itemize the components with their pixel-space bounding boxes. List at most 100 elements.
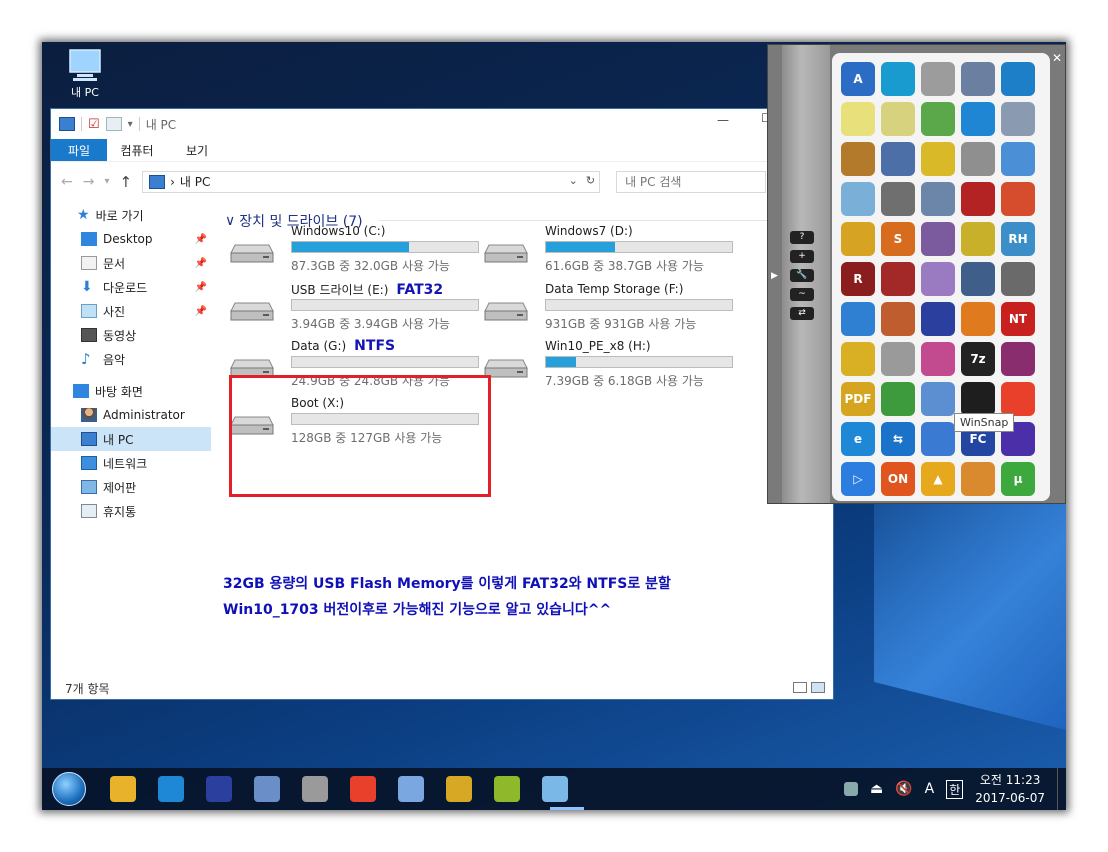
launcher-side-button[interactable]: ~: [790, 288, 814, 301]
save-icon[interactable]: [921, 302, 955, 336]
tab-view[interactable]: 보기: [167, 139, 227, 161]
sidebar-item-control-panel[interactable]: 제어판: [51, 475, 211, 499]
key-icon[interactable]: [841, 342, 875, 376]
winsnap-icon[interactable]: [921, 382, 955, 416]
back-icon[interactable]: ←: [61, 174, 73, 190]
usb-stick-icon[interactable]: [1001, 262, 1035, 296]
close-icon[interactable]: ✕: [1052, 51, 1062, 65]
drive-item[interactable]: Win10_PE_x8 (H:) 7.39GB 중 6.18GB 사용 가능: [483, 338, 733, 392]
ghost-icon[interactable]: [841, 102, 875, 136]
floppy-icon[interactable]: [881, 182, 915, 216]
properties-icon[interactable]: ☑: [88, 117, 100, 132]
forward-icon[interactable]: →: [83, 174, 95, 190]
pin-icon[interactable]: 📌: [195, 234, 207, 245]
customize-quick-access-icon[interactable]: ▾: [128, 119, 133, 130]
usb-icon[interactable]: [961, 142, 995, 176]
sidebar-item-downloads[interactable]: ⬇ 다운로드 📌: [51, 275, 211, 299]
launcher-side-button[interactable]: ?: [790, 231, 814, 244]
save-taskbar-icon[interactable]: [206, 776, 232, 802]
sidebar-item-desktop[interactable]: Desktop 📌: [51, 227, 211, 251]
pipe-icon[interactable]: [1001, 142, 1035, 176]
ime-mode[interactable]: A: [925, 781, 935, 797]
color-icon[interactable]: [1001, 382, 1035, 416]
chevron-down-icon[interactable]: ⌄: [569, 174, 578, 187]
sidebar-item-music[interactable]: ♪ 음악: [51, 347, 211, 371]
volume-muted-icon[interactable]: 🔇: [895, 781, 912, 797]
sidebar-item-user[interactable]: Administrator: [51, 403, 211, 427]
up-icon[interactable]: ↑: [120, 173, 133, 191]
search-input[interactable]: 내 PC 검색: [616, 170, 767, 193]
sidebar-item-desktop-root[interactable]: 바탕 화면: [51, 379, 211, 403]
nt-icon[interactable]: NT: [1001, 302, 1035, 336]
winrar-icon[interactable]: [1001, 342, 1035, 376]
on-icon[interactable]: ON: [881, 462, 915, 496]
sync-icon[interactable]: [881, 62, 915, 96]
breadcrumb[interactable]: 내 PC: [180, 173, 210, 190]
expand-arrow-icon[interactable]: ▶: [771, 271, 778, 281]
cubes-icon[interactable]: [881, 262, 915, 296]
drive-item[interactable]: Data Temp Storage (F:) 931GB 중 931GB 사용 가…: [483, 281, 733, 335]
utorrent-icon[interactable]: µ: [1001, 462, 1035, 496]
snap-icon[interactable]: [961, 62, 995, 96]
address-bar[interactable]: › 내 PC ⌄ ↻: [142, 170, 601, 193]
pin-icon[interactable]: 📌: [195, 306, 207, 317]
aimp-icon[interactable]: ▲: [921, 462, 955, 496]
show-desktop-button[interactable]: [1057, 768, 1058, 810]
face-icon[interactable]: [961, 462, 995, 496]
olive-taskbar-icon[interactable]: [494, 776, 520, 802]
hdd-icon[interactable]: [961, 262, 995, 296]
puzzle-icon[interactable]: [961, 222, 995, 256]
new-folder-icon[interactable]: [105, 117, 122, 131]
ghost-taskbar-icon[interactable]: [302, 776, 328, 802]
search-taskbar-icon[interactable]: [254, 776, 280, 802]
sidebar-item-videos[interactable]: 동영상: [51, 323, 211, 347]
drive-item[interactable]: Windows7 (D:) 61.6GB 중 38.7GB 사용 가능: [483, 223, 733, 277]
sidebar-item-pictures[interactable]: 사진 📌: [51, 299, 211, 323]
rh-icon[interactable]: RH: [1001, 222, 1035, 256]
sidebar-item-recycle-bin[interactable]: 휴지통: [51, 499, 211, 523]
tab-computer[interactable]: 컴퓨터: [107, 139, 167, 161]
drive-icon[interactable]: [921, 62, 955, 96]
sidebar-item-documents[interactable]: 문서 📌: [51, 251, 211, 275]
file-explorer-icon[interactable]: [110, 776, 136, 802]
pdf-icon[interactable]: PDF: [841, 382, 875, 416]
trash-icon[interactable]: [881, 342, 915, 376]
disc-icon[interactable]: [921, 262, 955, 296]
pin-icon[interactable]: 📌: [195, 282, 207, 293]
tray-app-icon[interactable]: [843, 782, 858, 796]
minimize-icon[interactable]: —: [717, 113, 729, 127]
ie-taskbar-icon[interactable]: [158, 776, 184, 802]
tools-icon[interactable]: [841, 222, 875, 256]
windows-icon[interactable]: [961, 102, 995, 136]
ghost-play-icon[interactable]: [921, 102, 955, 136]
sidebar-item-this-pc[interactable]: 내 PC: [51, 427, 211, 451]
cd-icon[interactable]: [841, 142, 875, 176]
image-icon[interactable]: [921, 222, 955, 256]
tab-file[interactable]: 파일: [51, 139, 107, 161]
r-icon[interactable]: R: [841, 262, 875, 296]
clock[interactable]: 오전 11:23 2017-06-07: [975, 771, 1045, 807]
start-button[interactable]: [52, 772, 86, 806]
desktop-icon-this-pc[interactable]: 내 PC: [60, 48, 110, 100]
teamviewer-icon[interactable]: ⇆: [881, 422, 915, 456]
gear-icon[interactable]: [921, 142, 955, 176]
details-view-icon[interactable]: [793, 682, 807, 693]
large-icons-view-icon[interactable]: [811, 682, 825, 693]
doc-icon[interactable]: [841, 182, 875, 216]
backup-icon[interactable]: [1001, 62, 1035, 96]
launcher-side-button[interactable]: +: [790, 250, 814, 263]
launcher-side-button[interactable]: 🔧: [790, 269, 814, 282]
monitor-icon[interactable]: [961, 382, 995, 416]
computer-icon[interactable]: [921, 182, 955, 216]
language-indicator[interactable]: 한: [946, 779, 964, 799]
chart-icon[interactable]: [1001, 182, 1035, 216]
pin-icon[interactable]: 📌: [195, 258, 207, 269]
recent-locations-icon[interactable]: ▾: [104, 176, 109, 187]
drive-item[interactable]: USB 드라이브 (E:) FAT32 3.94GB 중 3.94GB 사용 가능: [229, 281, 479, 335]
ie-icon[interactable]: e: [841, 422, 875, 456]
laptop-taskbar-icon[interactable]: [542, 776, 568, 802]
7z-icon[interactable]: 7z: [961, 342, 995, 376]
wand-icon[interactable]: [921, 342, 955, 376]
sidebar-item-network[interactable]: 네트워크: [51, 451, 211, 475]
sidebar-item-quick-access[interactable]: ★ 바로 가기: [51, 203, 211, 227]
